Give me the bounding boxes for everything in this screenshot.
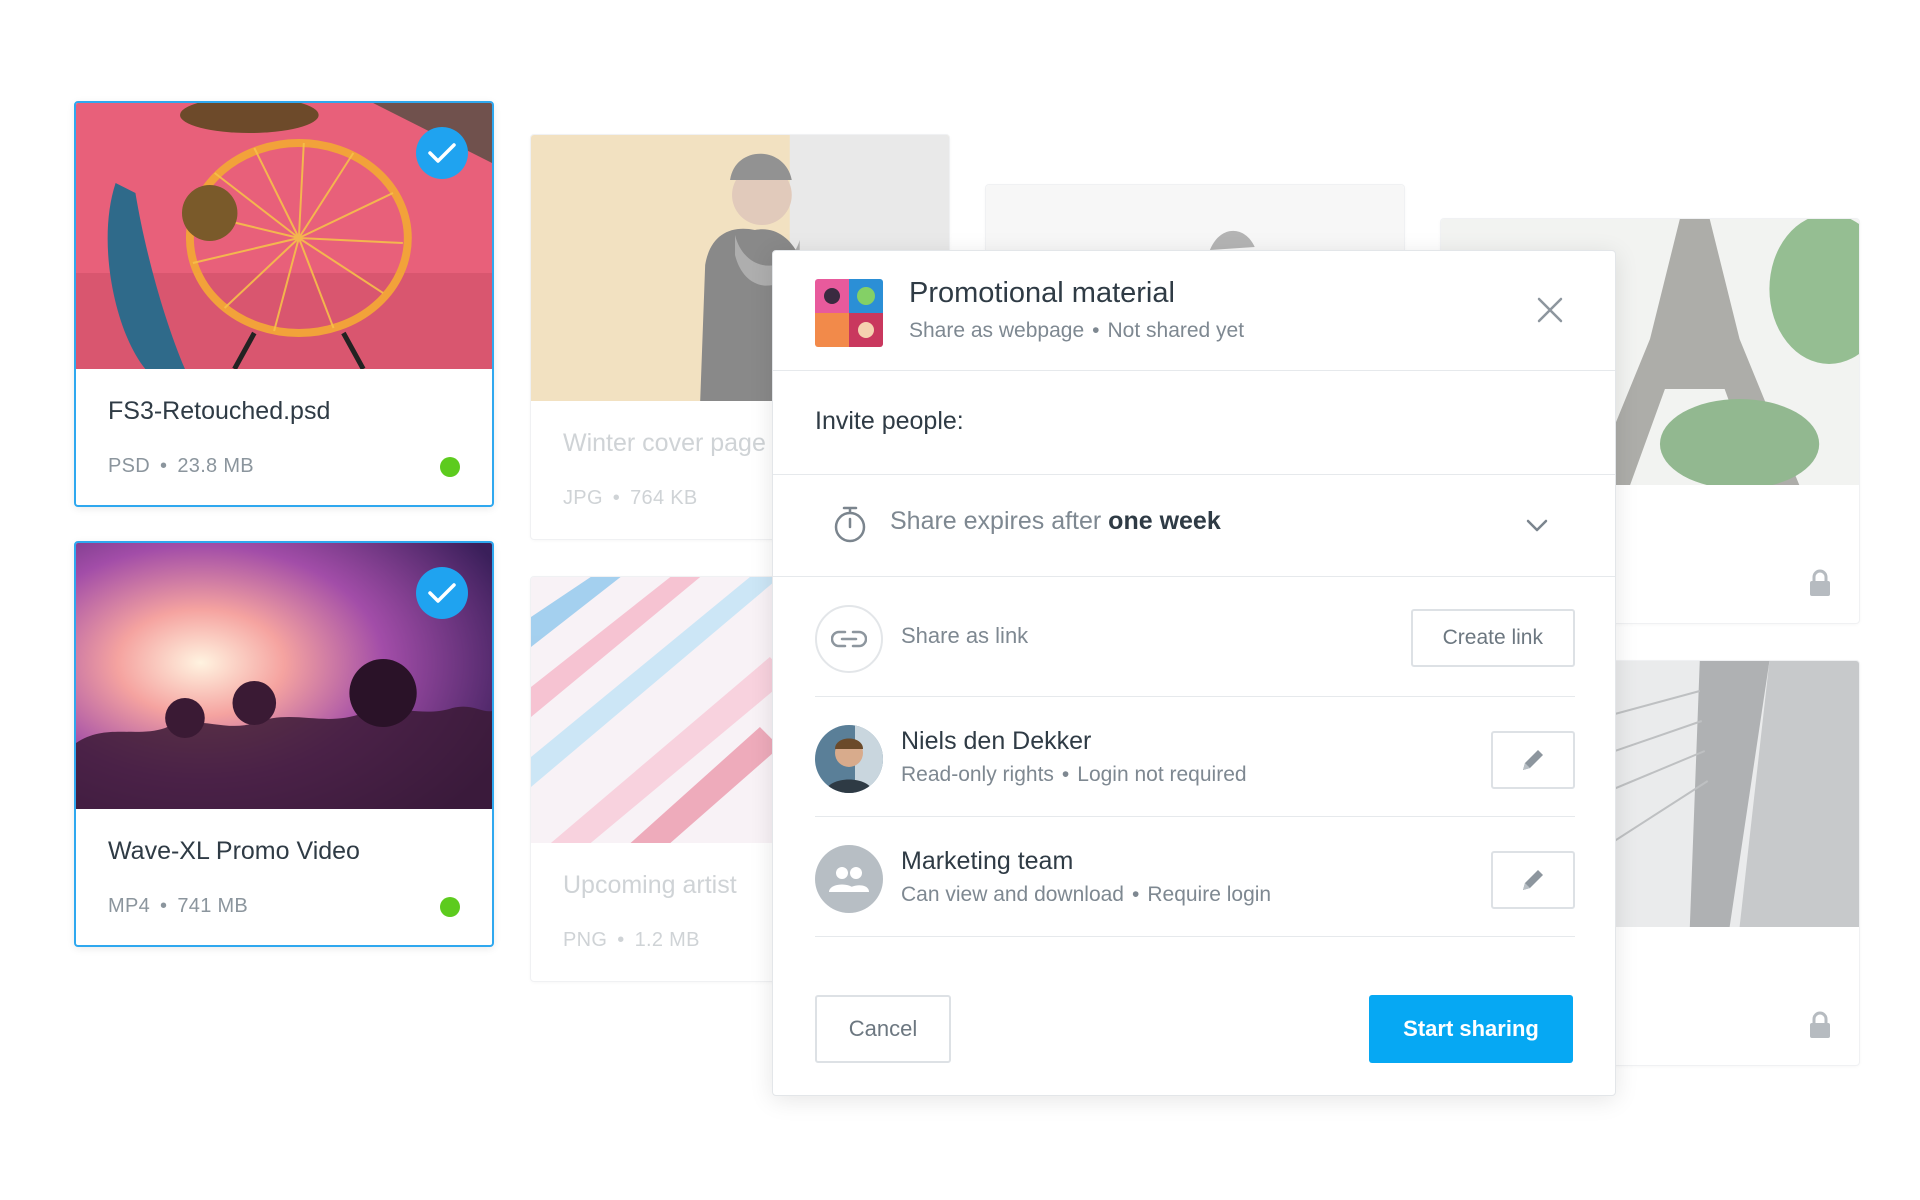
invite-label: Invite people: bbox=[815, 407, 964, 435]
person-name: Niels den Dekker bbox=[901, 727, 1092, 755]
meta-separator: • bbox=[617, 929, 625, 951]
file-meta: JPG • 764 KB bbox=[563, 487, 698, 510]
file-title: Upcoming artist bbox=[563, 871, 737, 899]
share-status: Not shared yet bbox=[1107, 319, 1245, 342]
file-meta: PNG • 1.2 MB bbox=[563, 929, 700, 952]
lock-icon bbox=[1810, 569, 1830, 596]
file-meta: MP4 • 741 MB bbox=[108, 895, 248, 918]
file-title: Wave-XL Promo Video bbox=[108, 837, 360, 865]
file-size: 23.8 MB bbox=[177, 455, 254, 477]
group-permissions: Can view and download • Require login bbox=[901, 883, 1271, 907]
group-rights: Can view and download bbox=[901, 883, 1124, 906]
share-mode: Share as webpage bbox=[909, 319, 1085, 342]
collection-thumbnail bbox=[815, 279, 883, 347]
person-rights: Read-only rights bbox=[901, 763, 1054, 786]
group-name: Marketing team bbox=[901, 847, 1074, 875]
chevron-down-icon[interactable] bbox=[1525, 513, 1549, 537]
file-size: 764 KB bbox=[630, 487, 698, 509]
selected-check-icon[interactable] bbox=[416, 567, 468, 619]
file-type: PNG bbox=[563, 929, 608, 951]
meta-separator: • bbox=[160, 895, 168, 917]
file-type: JPG bbox=[563, 487, 603, 509]
edit-permissions-button[interactable] bbox=[1491, 731, 1575, 789]
separator: • bbox=[1131, 883, 1140, 906]
separator: • bbox=[1061, 763, 1070, 786]
dialog-subtitle: Share as webpage • Not shared yet bbox=[909, 319, 1244, 343]
pencil-icon bbox=[1523, 750, 1543, 770]
expiry-dropdown[interactable]: Share expires after one week bbox=[773, 475, 1615, 577]
expiry-text: Share expires after one week bbox=[890, 507, 1221, 536]
person-login: Login not required bbox=[1077, 763, 1247, 786]
meta-separator: • bbox=[612, 487, 621, 509]
group-login: Require login bbox=[1147, 883, 1272, 906]
cancel-button[interactable]: Cancel bbox=[815, 995, 951, 1063]
share-dialog: Promotional material Share as webpage • No… bbox=[772, 250, 1616, 1096]
separator: • bbox=[1092, 319, 1100, 342]
person-permissions: Read-only rights • Login not required bbox=[901, 763, 1247, 787]
link-icon bbox=[815, 605, 883, 673]
edit-permissions-button[interactable] bbox=[1491, 851, 1575, 909]
meta-separator: • bbox=[160, 455, 168, 477]
avatar bbox=[815, 725, 883, 793]
share-link-label: Share as link bbox=[901, 623, 1029, 648]
group-icon bbox=[815, 845, 883, 913]
selected-check-icon[interactable] bbox=[416, 127, 468, 179]
start-sharing-button[interactable]: Start sharing bbox=[1369, 995, 1573, 1063]
create-link-button[interactable]: Create link bbox=[1410, 609, 1575, 667]
expiry-prefix: Share expires after bbox=[890, 507, 1102, 535]
status-dot bbox=[440, 897, 460, 917]
invite-people-field[interactable]: Invite people: bbox=[773, 371, 1615, 475]
lock-icon bbox=[1810, 1011, 1830, 1038]
file-size: 741 MB bbox=[177, 895, 249, 917]
file-size: 1.2 MB bbox=[634, 929, 700, 951]
group-row: Marketing team Can view and download • Req… bbox=[815, 817, 1575, 937]
file-card-fs3[interactable]: FS3-Retouched.psd PSD • 23.8 MB bbox=[74, 101, 494, 507]
person-row: Niels den Dekker Read-only rights • Login … bbox=[815, 697, 1575, 817]
dialog-header: Promotional material Share as webpage • No… bbox=[773, 251, 1615, 371]
file-title: FS3-Retouched.psd bbox=[108, 397, 331, 425]
status-dot bbox=[440, 457, 460, 477]
share-link-row: Share as link Create link bbox=[815, 577, 1575, 697]
stopwatch-icon bbox=[834, 506, 866, 543]
file-meta: PSD • 23.8 MB bbox=[108, 455, 254, 478]
close-icon[interactable] bbox=[1535, 295, 1565, 325]
pencil-icon bbox=[1523, 870, 1543, 890]
file-type: PSD bbox=[108, 455, 151, 477]
file-card-wave-xl[interactable]: Wave-XL Promo Video MP4 • 741 MB bbox=[74, 541, 494, 947]
expiry-value: one week bbox=[1108, 507, 1221, 535]
file-type: MP4 bbox=[108, 895, 151, 917]
file-title: Winter cover page bbox=[563, 429, 766, 457]
dialog-title: Promotional material bbox=[909, 277, 1175, 309]
